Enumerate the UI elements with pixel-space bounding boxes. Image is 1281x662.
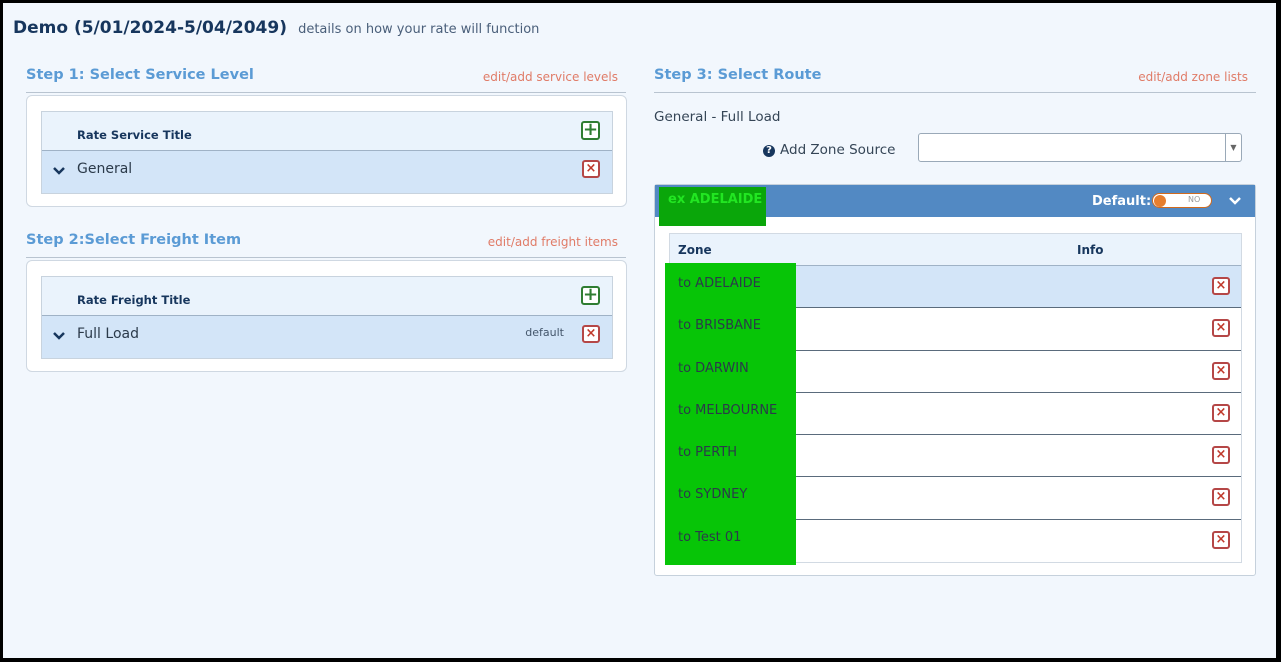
origin-label: ex ADELAIDE [668, 192, 763, 207]
zone-source-label: ? Add Zone Source [763, 142, 895, 158]
page-title: Demo (5/01/2024-5/04/2049) [13, 18, 287, 38]
delete-icon[interactable]: × [582, 325, 600, 343]
freight-item-card: Rate Freight Title + Full Load default × [26, 260, 627, 372]
help-icon[interactable]: ? [763, 145, 775, 157]
chevron-down-icon[interactable] [52, 329, 66, 343]
delete-icon[interactable]: × [1212, 488, 1230, 507]
dropdown-arrow-icon[interactable]: ▼ [1225, 134, 1241, 161]
toggle-knob [1154, 195, 1166, 207]
default-label: Default: [1092, 194, 1152, 209]
chevron-down-icon[interactable] [1228, 195, 1242, 207]
delete-icon[interactable]: × [582, 160, 600, 178]
edit-service-levels-link[interactable]: edit/add service levels [483, 70, 618, 84]
step3-title: Step 3: Select Route [654, 67, 822, 83]
route-name: General - Full Load [654, 109, 781, 125]
zone-table-header: Zone Info [670, 234, 1241, 266]
freight-label: Full Load [77, 326, 139, 342]
zone-source-select[interactable]: ▼ [918, 133, 1242, 162]
column-header-freight-title: Rate Freight Title [77, 293, 191, 307]
edit-zone-lists-link[interactable]: edit/add zone lists [1138, 70, 1248, 84]
step2-header: Step 2:Select Freight Item edit/add frei… [26, 232, 626, 258]
service-level-card: Rate Service Title + General × [26, 95, 627, 207]
step1-title: Step 1: Select Service Level [26, 67, 254, 83]
grid-header: Rate Freight Title + [42, 277, 612, 316]
step2-title: Step 2:Select Freight Item [26, 232, 242, 248]
add-freight-button[interactable]: + [581, 286, 600, 305]
add-service-button[interactable]: + [581, 121, 600, 140]
default-toggle[interactable]: NO [1152, 193, 1212, 208]
service-label: General [77, 161, 133, 177]
delete-icon[interactable]: × [1212, 319, 1230, 338]
page: Demo (5/01/2024-5/04/2049) details on ho… [3, 3, 1276, 658]
delete-icon[interactable]: × [1212, 530, 1230, 549]
column-header-service-title: Rate Service Title [77, 128, 192, 142]
origin-bar[interactable]: ex ADELAIDE Default: NO [655, 185, 1255, 226]
page-subtitle: details on how your rate will function [298, 22, 540, 37]
service-level-grid: Rate Service Title + General × [41, 111, 613, 194]
toggle-text: NO [1188, 195, 1201, 204]
zone-column-highlight [665, 263, 796, 565]
delete-icon[interactable]: × [1212, 446, 1230, 465]
column-header-info: Info [1077, 243, 1104, 257]
zone-source-text: Add Zone Source [780, 142, 896, 158]
step3-header: Step 3: Select Route edit/add zone lists [654, 67, 1256, 93]
freight-item-grid: Rate Freight Title + Full Load default × [41, 276, 613, 359]
delete-icon[interactable]: × [1212, 277, 1230, 295]
column-header-zone: Zone [678, 243, 712, 257]
freight-row-full-load[interactable]: Full Load default × [42, 316, 612, 358]
edit-freight-items-link[interactable]: edit/add freight items [488, 235, 618, 249]
service-row-general[interactable]: General × [42, 151, 612, 193]
step1-header: Step 1: Select Service Level edit/add se… [26, 67, 626, 93]
page-header: Demo (5/01/2024-5/04/2049) details on ho… [13, 18, 539, 38]
default-badge: default [525, 326, 564, 339]
delete-icon[interactable]: × [1212, 403, 1230, 422]
grid-header: Rate Service Title + [42, 112, 612, 151]
chevron-down-icon[interactable] [52, 164, 66, 178]
delete-icon[interactable]: × [1212, 361, 1230, 380]
